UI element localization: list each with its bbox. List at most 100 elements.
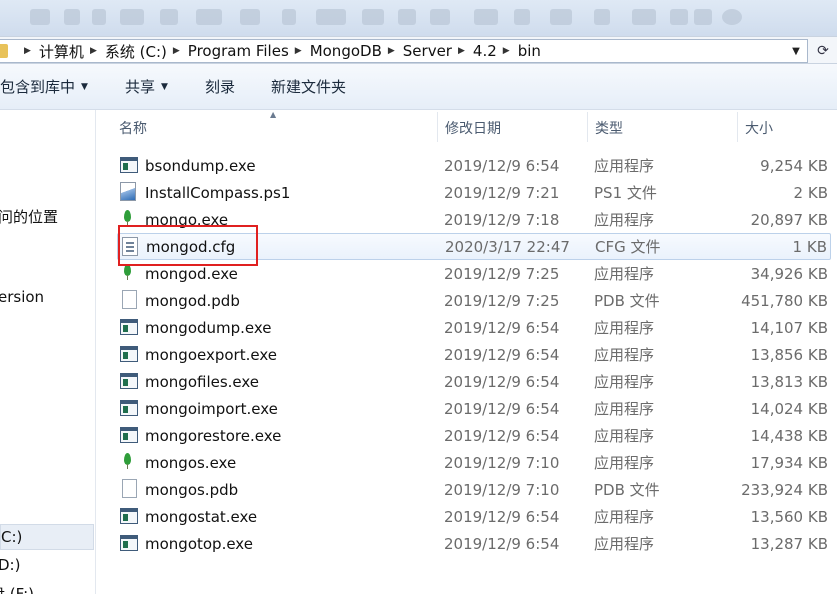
document-icon [122,479,137,498]
file-size: 14,107 KB [750,318,828,337]
chevron-right-icon[interactable]: ▶ [458,46,465,56]
new-folder-button[interactable]: 新建文件夹 [271,76,346,97]
file-name: mongostat.exe [145,507,258,526]
file-date: 2019/12/9 6:54 [444,507,560,526]
exe-icon [120,346,138,362]
chevron-down-icon: ▼ [792,45,800,57]
file-name: mongorestore.exe [145,426,282,445]
file-name: mongod.pdb [145,291,240,310]
document-icon [122,290,137,309]
file-size: 14,024 KB [750,399,828,418]
exe-icon [120,400,138,416]
breadcrumb-program-files[interactable]: Program Files [188,42,289,60]
file-name: mongoimport.exe [145,399,278,418]
file-name: bsondump.exe [145,156,256,175]
file-type: 应用程序 [594,319,655,337]
include-in-library-label: 包含到库中 [0,78,76,96]
window-top-toolbar-blurred [0,0,837,36]
file-type: 应用程序 [594,535,655,553]
file-size: 17,934 KB [750,453,828,472]
file-row[interactable]: mongoexport.exe 2019/12/9 6:54 应用程序 13,8… [117,341,831,368]
exe-icon [120,508,138,524]
nav-item-drive-f[interactable]: 盘 (F:) [0,583,34,594]
new-folder-label: 新建文件夹 [271,78,347,96]
chevron-down-icon: ▼ [81,81,88,92]
file-name: mongos.pdb [145,480,239,499]
exe-icon [120,427,138,443]
file-type: 应用程序 [594,454,655,472]
refresh-button[interactable]: ⟳ [812,41,834,61]
breadcrumb-computer[interactable]: 计算机 [39,41,84,62]
file-size: 14,438 KB [750,426,828,445]
file-date: 2019/12/9 6:54 [444,534,560,553]
exe-icon [120,157,138,173]
file-date: 2019/12/9 6:54 [444,426,560,445]
file-row[interactable]: mongotop.exe 2019/12/9 6:54 应用程序 13,287 … [117,530,831,557]
file-name: mongos.exe [145,453,237,472]
nav-item-drive-c[interactable]: C:) [0,524,94,550]
breadcrumb-mongodb[interactable]: MongoDB [310,42,382,60]
column-name-header[interactable]: 名称 [119,118,147,138]
file-size: 13,560 KB [750,507,828,526]
column-date-header[interactable]: 修改日期 [445,118,501,138]
sort-ascending-icon: ▲ [270,110,277,119]
file-size: 34,926 KB [750,264,828,283]
nav-item-drive-d[interactable]: D:) [0,556,20,574]
chevron-right-icon[interactable]: ▶ [90,46,97,56]
share-label: 共享 [125,78,156,96]
file-date: 2020/3/17 22:47 [445,237,570,256]
file-date: 2019/12/9 6:54 [444,318,560,337]
file-date: 2019/12/9 6:54 [444,399,560,418]
file-date: 2019/12/9 7:25 [444,291,560,310]
file-type: 应用程序 [594,157,655,175]
chevron-right-icon[interactable]: ▶ [24,46,31,56]
file-row[interactable]: mongos.pdb 2019/12/9 7:10 PDB 文件 233,924… [117,476,831,503]
exe-icon [120,319,138,335]
share-button[interactable]: 共享 ▼ [125,76,168,97]
file-row[interactable]: InstallCompass.ps1 2019/12/9 7:21 PS1 文件… [117,179,831,206]
column-header-row: ▲ 名称 修改日期 类型 大小 [100,110,837,144]
file-name: mongotop.exe [145,534,253,553]
nav-item-version[interactable]: ersion [0,288,44,306]
file-row[interactable]: mongos.exe 2019/12/9 7:10 应用程序 17,934 KB [117,449,831,476]
mongodb-leaf-icon [123,453,132,469]
file-row[interactable]: mongoimport.exe 2019/12/9 6:54 应用程序 14,0… [117,395,831,422]
nav-item-recent-places[interactable]: 问的位置 [0,206,58,227]
chevron-right-icon[interactable]: ▶ [503,46,510,56]
include-in-library-button[interactable]: 包含到库中 ▼ [0,76,88,97]
chevron-right-icon[interactable]: ▶ [295,46,302,56]
file-size: 13,287 KB [750,534,828,553]
file-date: 2019/12/9 6:54 [444,372,560,391]
column-divider[interactable] [587,112,588,142]
burn-button[interactable]: 刻录 [205,76,235,97]
nav-item-drive-c-label: C:) [1,528,23,546]
file-row[interactable]: mongod.pdb 2019/12/9 7:25 PDB 文件 451,780… [117,287,831,314]
file-row[interactable]: mongostat.exe 2019/12/9 6:54 应用程序 13,560… [117,503,831,530]
exe-icon [120,535,138,551]
column-type-header[interactable]: 类型 [595,118,623,138]
file-row[interactable]: mongodump.exe 2019/12/9 6:54 应用程序 14,107… [117,314,831,341]
breadcrumb-version[interactable]: 4.2 [473,42,497,60]
file-type: 应用程序 [594,346,655,364]
file-size: 233,924 KB [741,480,828,499]
column-divider[interactable] [437,112,438,142]
file-name: mongofiles.exe [145,372,260,391]
file-size: 9,254 KB [760,156,828,175]
address-history-dropdown[interactable]: ▼ [785,40,807,62]
column-divider[interactable] [737,112,738,142]
file-type: 应用程序 [594,400,655,418]
file-row[interactable]: mongorestore.exe 2019/12/9 6:54 应用程序 14,… [117,422,831,449]
breadcrumb-server[interactable]: Server [403,42,452,60]
file-name: InstallCompass.ps1 [145,183,291,202]
breadcrumb-system-c[interactable]: 系统 (C:) [105,41,167,62]
ps1-file-icon [120,182,136,201]
file-type: CFG 文件 [595,238,661,256]
address-field[interactable]: ▶ 计算机 ▶ 系统 (C:) ▶ Program Files ▶ MongoD… [0,39,808,63]
file-row[interactable]: bsondump.exe 2019/12/9 6:54 应用程序 9,254 K… [117,152,831,179]
file-row[interactable]: mongofiles.exe 2019/12/9 6:54 应用程序 13,81… [117,368,831,395]
folder-icon [0,44,8,58]
breadcrumb-bin[interactable]: bin [518,42,541,60]
chevron-right-icon[interactable]: ▶ [388,46,395,56]
column-size-header[interactable]: 大小 [745,118,773,138]
chevron-right-icon[interactable]: ▶ [173,46,180,56]
